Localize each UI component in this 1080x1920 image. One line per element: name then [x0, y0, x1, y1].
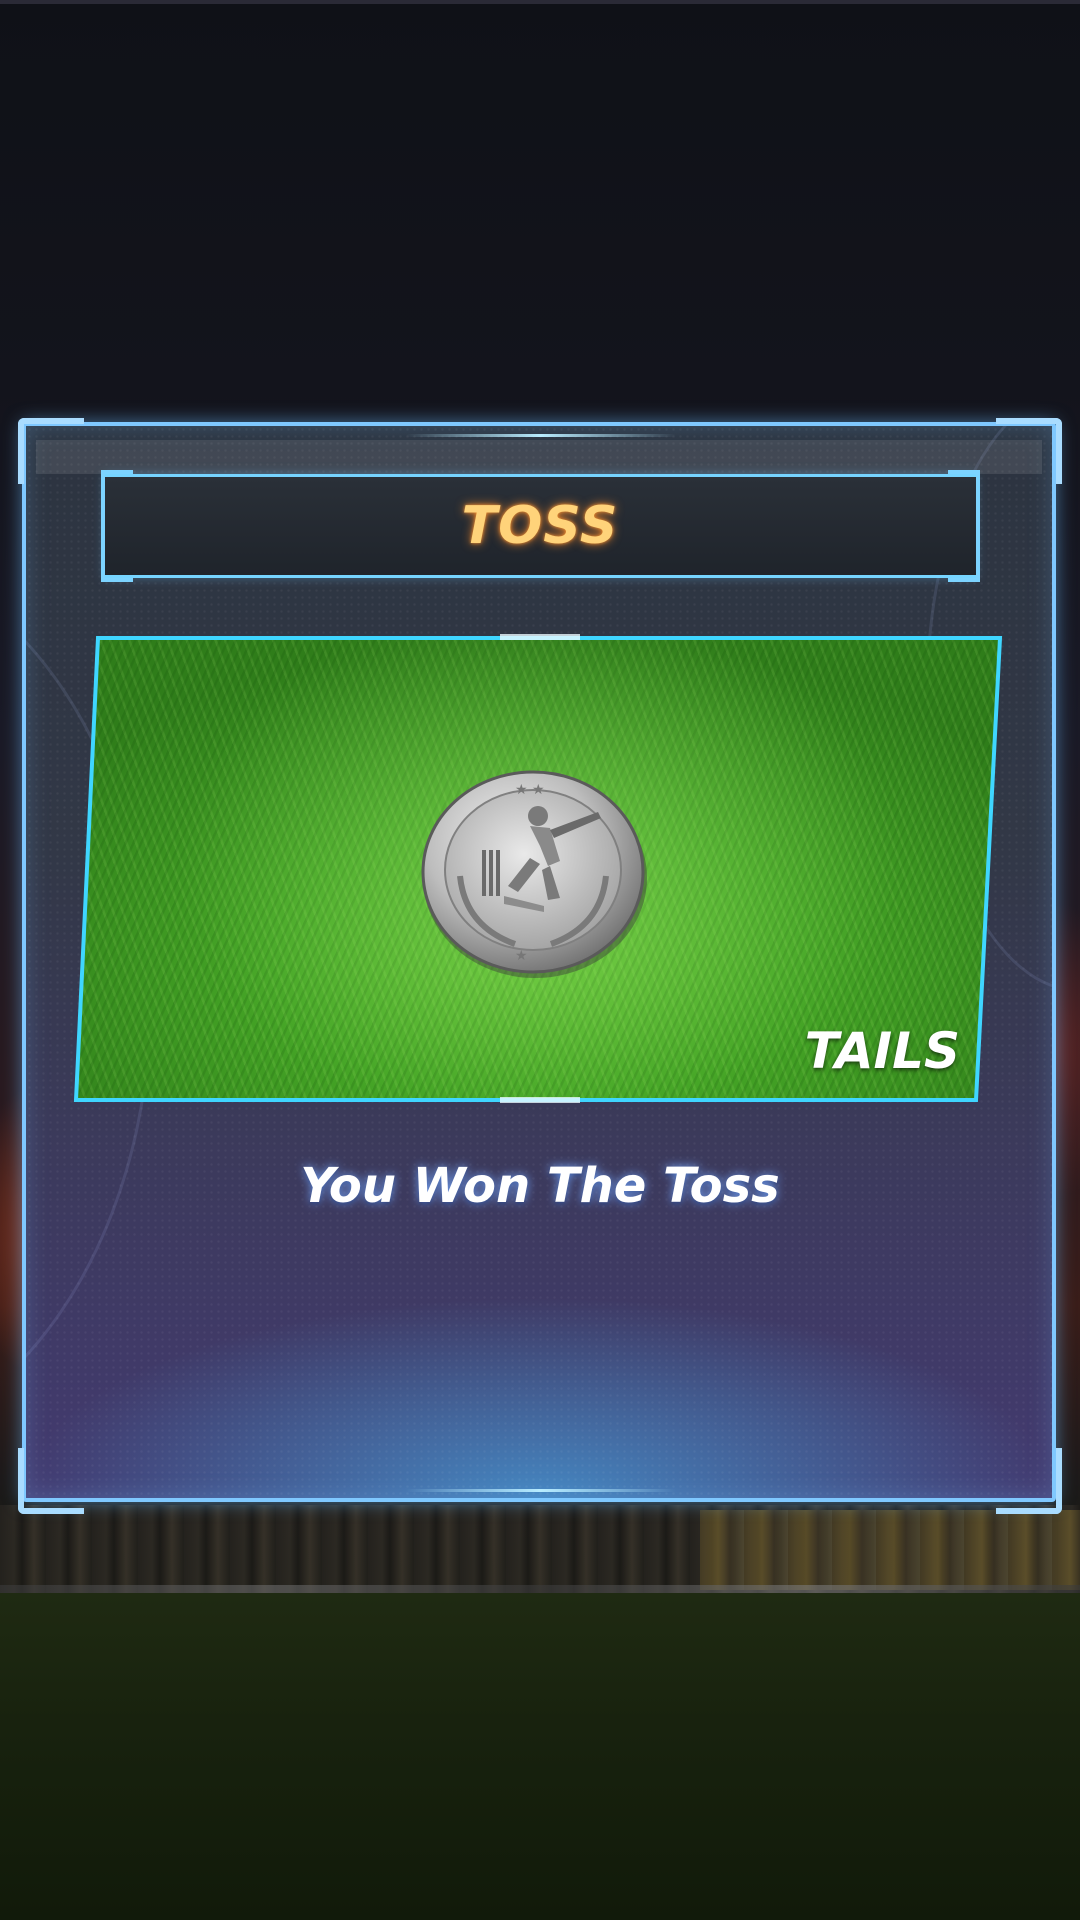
svg-text:★ ★: ★ ★: [515, 782, 545, 798]
cricket-batsman-coin-icon: ★ ★ ★: [420, 766, 650, 980]
svg-text:★: ★: [515, 948, 528, 964]
toss-result-message: You Won The Toss: [300, 1158, 780, 1214]
coin-side-label: TAILS: [804, 1022, 960, 1080]
